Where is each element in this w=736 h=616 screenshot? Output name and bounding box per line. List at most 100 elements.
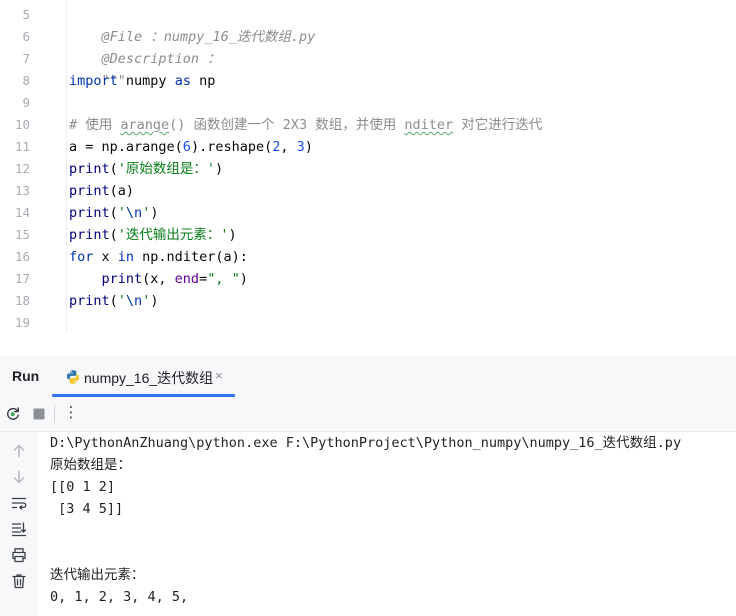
string-literal: '原始数组是：' <box>117 161 216 177</box>
code-line-10[interactable]: # 使用 arange() 函数创建一个 2X3 数组，并使用 nditer 对… <box>69 114 542 136</box>
code-text: ) <box>304 139 313 155</box>
console-side-toolbar <box>0 432 38 616</box>
console-line: 原始数组是： <box>50 457 131 473</box>
line-number: 16 <box>14 249 30 264</box>
comment-text: # 使用 <box>69 117 121 133</box>
comment-typo-word: arange <box>120 117 170 133</box>
code-line-13[interactable]: print(a) <box>69 180 134 202</box>
code-text: ( <box>109 205 118 221</box>
gutter-divider <box>66 0 67 332</box>
string-quote: ' <box>117 293 126 309</box>
line-number: 15 <box>14 227 30 242</box>
run-tab-label: numpy_16_迭代数组 <box>84 370 214 386</box>
string-literal: ", " <box>207 271 240 287</box>
keyword-argument: end <box>174 271 200 287</box>
code-line-15[interactable]: print('迭代输出元素：') <box>69 224 237 246</box>
code-line-16[interactable]: for x in np.nditer(a): <box>69 246 248 268</box>
keyword: import <box>69 73 118 89</box>
line-number: 8 <box>22 73 30 88</box>
close-tab-button[interactable]: × <box>215 368 223 383</box>
code-line-14[interactable]: print('\n') <box>69 202 158 224</box>
escape-sequence: \n <box>125 205 143 221</box>
string-literal: '迭代输出元素：' <box>117 227 229 243</box>
builtin-function: print <box>69 183 110 199</box>
line-number: 9 <box>22 95 30 110</box>
line-number: 6 <box>22 29 30 44</box>
builtin-function: print <box>69 227 110 243</box>
more-options-icon[interactable]: ⋮ <box>62 403 80 421</box>
code-text: ) <box>228 227 237 243</box>
run-tool-window-title: Run <box>12 368 40 384</box>
soft-wrap-icon[interactable] <box>10 494 28 512</box>
console-line: D:\PythonAnZhuang\python.exe F:\PythonPr… <box>50 435 682 451</box>
code-line-11[interactable]: a = np.arange(6).reshape(2, 3) <box>69 136 313 158</box>
run-configuration-tab[interactable]: numpy_16_迭代数组 × <box>56 356 236 397</box>
code-line-7[interactable]: """ <box>69 48 126 89</box>
code-text: ( <box>109 227 118 243</box>
line-number: 7 <box>22 51 30 66</box>
escape-sequence: \n <box>125 293 143 309</box>
code-text: ( <box>109 161 118 177</box>
arrow-down-icon[interactable] <box>10 468 28 486</box>
console-line: 0, 1, 2, 3, 4, 5, <box>50 589 189 605</box>
arrow-up-icon[interactable] <box>10 442 28 460</box>
line-number: 18 <box>14 293 30 308</box>
code-text: x <box>93 249 118 265</box>
code-line-6[interactable]: @Description ： <box>69 26 221 67</box>
code-editor[interactable]: 5 6 7 8 9 10 11 12 13 14 15 16 17 18 19 … <box>0 0 736 333</box>
comment-typo-word: nditer <box>404 117 454 133</box>
keyword: as <box>174 73 191 89</box>
code-line-8[interactable]: import numpy as np <box>69 70 215 92</box>
run-toolbar: ⋮ <box>0 397 736 432</box>
number-literal: 6 <box>182 139 191 155</box>
comment-text: () 函数创建一个 2X3 数组，并使用 <box>169 117 405 133</box>
builtin-function: print <box>69 161 110 177</box>
rerun-icon[interactable] <box>4 405 22 423</box>
code-line-5[interactable]: @File ：numpy_16_迭代数组.py <box>69 4 316 45</box>
console-line: 迭代输出元素： <box>50 567 145 583</box>
code-text: ) <box>150 205 159 221</box>
line-number: 17 <box>14 271 30 286</box>
code-text: (a) <box>109 183 135 199</box>
code-line-17[interactable]: print(x, end=", ") <box>69 268 248 290</box>
builtin-function: print <box>69 293 110 309</box>
code-text: np.nditer(a): <box>134 249 248 265</box>
code-text: ).reshape( <box>190 139 273 155</box>
comment-text: 对它进行迭代 <box>453 117 543 133</box>
toolbar-separator <box>54 405 55 423</box>
keyword: in <box>117 249 135 265</box>
scroll-to-end-icon[interactable] <box>10 520 28 538</box>
string-quote: ' <box>117 205 126 221</box>
code-text: , <box>280 139 297 155</box>
code-text: a = np.arange( <box>69 139 183 155</box>
builtin-function: print <box>69 205 110 221</box>
line-number: 19 <box>14 315 30 330</box>
number-literal: 3 <box>296 139 305 155</box>
python-file-icon <box>67 370 79 384</box>
code-text: ) <box>215 161 224 177</box>
line-number-gutter: 5 6 7 8 9 10 11 12 13 14 15 16 17 18 19 <box>0 0 58 332</box>
code-line-18[interactable]: print('\n') <box>69 290 158 312</box>
panel-splitter[interactable] <box>0 332 736 357</box>
console-line: [[0 1 2] <box>50 479 116 495</box>
code-text: = <box>199 271 208 287</box>
code-text: ( <box>109 293 118 309</box>
trash-icon[interactable] <box>10 572 28 590</box>
stop-icon[interactable] <box>30 405 48 423</box>
code-text: (x, <box>142 271 175 287</box>
builtin-function: print <box>101 271 143 287</box>
console-line: [3 4 5]] <box>50 501 124 517</box>
console-output[interactable]: D:\PythonAnZhuang\python.exe F:\PythonPr… <box>38 432 736 616</box>
line-number: 13 <box>14 183 30 198</box>
print-icon[interactable] <box>10 546 28 564</box>
line-number: 14 <box>14 205 30 220</box>
line-number: 12 <box>14 161 30 176</box>
run-tool-window-header: Run numpy_16_迭代数组 × <box>0 356 736 398</box>
line-number: 10 <box>14 117 30 132</box>
code-text: ) <box>239 271 248 287</box>
code-text: ) <box>150 293 159 309</box>
code-line-12[interactable]: print('原始数组是：') <box>69 158 223 180</box>
run-tool-window: Run numpy_16_迭代数组 × ⋮ D:\PythonAnZhuang\… <box>0 356 736 616</box>
keyword: for <box>69 249 94 265</box>
